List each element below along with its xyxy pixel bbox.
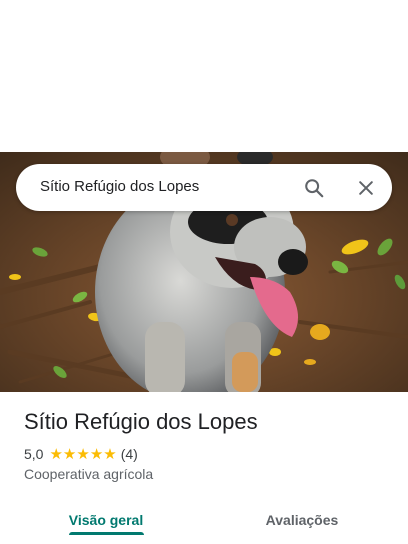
search-bar[interactable]: Sítio Refúgio dos Lopes <box>16 164 392 211</box>
map-area[interactable] <box>0 0 408 152</box>
rating-row[interactable]: 5,0 ★ ★ ★ ★ ★ (4) <box>24 445 138 463</box>
star-icon: ★ <box>76 444 90 463</box>
clear-search-button[interactable] <box>352 174 380 202</box>
review-count[interactable]: (4) <box>121 446 138 462</box>
tab-bar: Visão geral Avaliações <box>0 498 408 544</box>
active-tab-indicator <box>69 532 144 535</box>
star-icon: ★ <box>49 444 63 463</box>
tab-overview[interactable]: Visão geral <box>66 498 146 542</box>
tab-reviews[interactable]: Avaliações <box>262 498 342 542</box>
search-icon <box>305 179 324 198</box>
place-page: Sítio Refúgio dos Lopes Sítio Refúgio do… <box>0 0 408 544</box>
rating-value: 5,0 <box>24 446 44 462</box>
search-button[interactable] <box>300 174 328 202</box>
star-icon: ★ <box>103 444 117 463</box>
place-info-panel: Sítio Refúgio dos Lopes 5,0 ★ ★ ★ ★ ★ (4… <box>0 392 408 544</box>
place-title: Sítio Refúgio dos Lopes <box>24 409 258 434</box>
star-icon: ★ <box>62 444 77 463</box>
rating-stars: ★ ★ ★ ★ ★ <box>49 444 117 463</box>
place-category: Cooperativa agrícola <box>24 466 154 482</box>
close-icon <box>359 181 373 195</box>
search-input[interactable]: Sítio Refúgio dos Lopes <box>40 178 199 195</box>
star-icon: ★ <box>89 444 104 463</box>
